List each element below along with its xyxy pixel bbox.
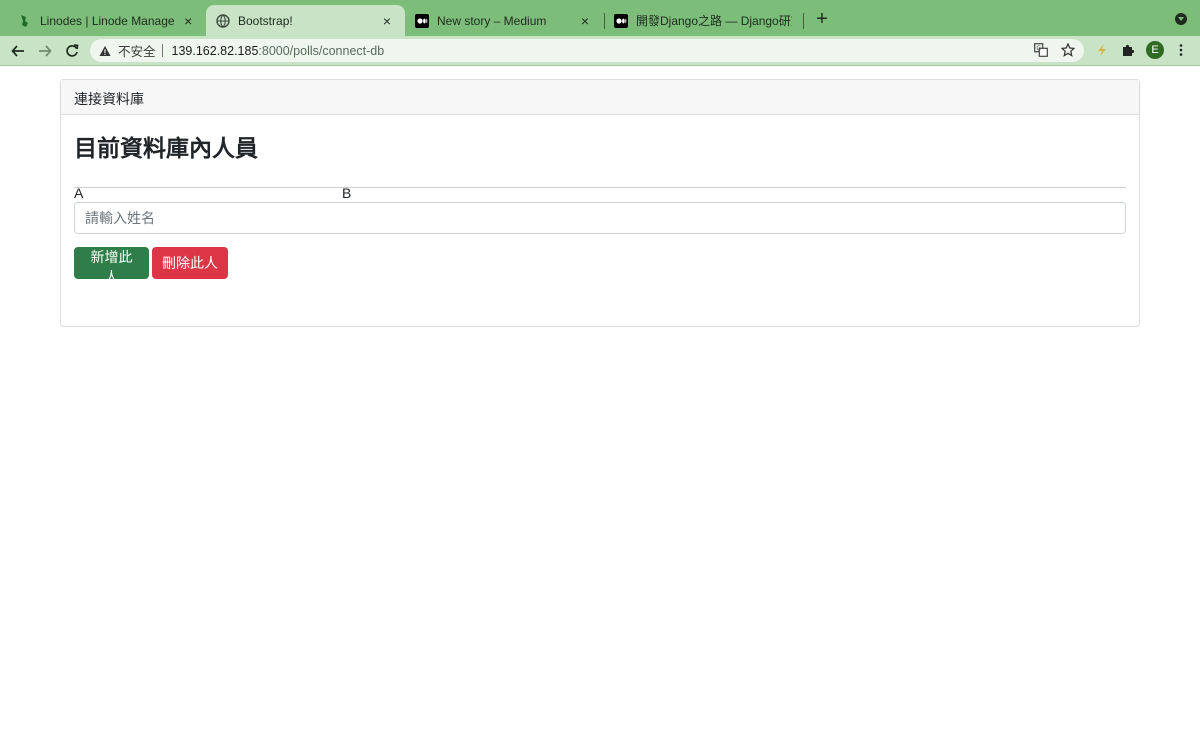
- warning-icon: [99, 45, 111, 57]
- forward-icon[interactable]: [35, 41, 55, 61]
- card-body: 目前資料庫內人員 A B: [61, 115, 1139, 215]
- close-tab-icon[interactable]: ×: [379, 13, 395, 29]
- page-title: 目前資料庫內人員: [74, 135, 258, 161]
- medium-icon: [415, 13, 429, 28]
- add-person-button[interactable]: 新增此人: [74, 247, 149, 285]
- linode-icon: [18, 14, 32, 28]
- tab-title: Bootstrap!: [238, 13, 293, 28]
- url-host: 139.162.82.185: [171, 43, 259, 58]
- tab-title: Linodes | Linode Manager: [40, 13, 175, 28]
- browser-tab-strip: Linodes | Linode Manager × Bootstrap! × …: [0, 0, 1200, 36]
- tab-medium-new-story[interactable]: New story – Medium ×: [405, 5, 603, 36]
- reload-icon[interactable]: [62, 41, 82, 61]
- url-path: :8000/polls/connect-db: [258, 43, 385, 58]
- card-header: 連接資料庫: [61, 80, 1139, 115]
- divider: [74, 187, 1126, 188]
- extension-bolt-icon[interactable]: [1094, 42, 1110, 58]
- address-bar[interactable]: 不安全 139.162.82.185 :8000/polls/connect-d…: [90, 39, 1084, 62]
- translate-icon[interactable]: G: [1033, 42, 1049, 58]
- globe-icon: [216, 13, 230, 28]
- connect-db-card: 連接資料庫 目前資料庫內人員 A B 新增此人 刪除此人: [60, 79, 1140, 327]
- medium-icon: [614, 13, 628, 28]
- tab-separator: [803, 13, 804, 29]
- security-label: 不安全: [118, 45, 156, 59]
- tab-title: New story – Medium: [437, 13, 547, 28]
- new-tab-button[interactable]: +: [812, 9, 832, 29]
- tab-medium-django[interactable]: 開發Django之路 — Django研究(: [604, 5, 802, 36]
- back-icon[interactable]: [8, 41, 28, 61]
- svg-text:G: G: [1036, 45, 1041, 52]
- kebab-menu-icon[interactable]: [1173, 42, 1189, 58]
- tab-linode[interactable]: Linodes | Linode Manager ×: [8, 5, 206, 36]
- close-tab-icon[interactable]: ×: [577, 13, 593, 29]
- extensions-puzzle-icon[interactable]: [1120, 42, 1136, 58]
- address-divider: [161, 44, 163, 57]
- bookmark-star-icon[interactable]: [1060, 42, 1076, 58]
- close-tab-icon[interactable]: ×: [180, 13, 196, 29]
- tab-title: 開發Django之路 — Django研究(: [636, 14, 792, 28]
- tab-search-icon[interactable]: [1175, 13, 1187, 25]
- profile-avatar[interactable]: E: [1146, 41, 1164, 59]
- tab-bootstrap[interactable]: Bootstrap! ×: [206, 5, 405, 36]
- name-input[interactable]: [74, 202, 1126, 234]
- delete-person-button[interactable]: 刪除此人: [152, 247, 228, 279]
